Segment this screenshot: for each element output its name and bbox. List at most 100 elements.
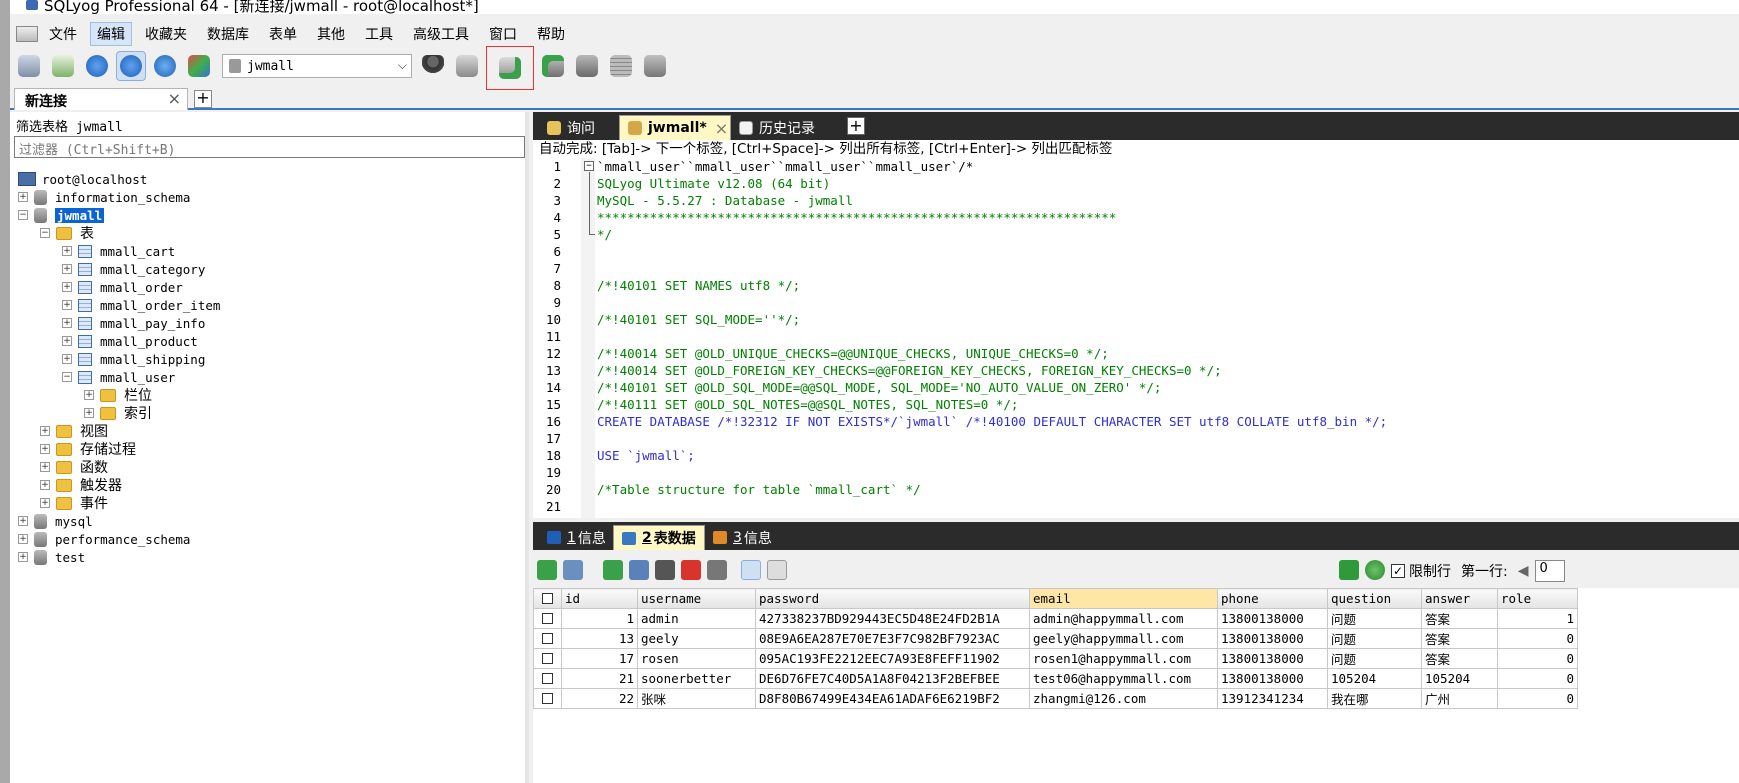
tree-node[interactable]: + 视图	[40, 422, 108, 440]
cell-password[interactable]: 08E9A6EA287E70E7E3F7C982BF7923AC	[755, 628, 1030, 649]
cell-username[interactable]: rosen	[637, 648, 756, 669]
backup-database-icon[interactable]	[452, 51, 482, 81]
column-header-phone[interactable]: phone	[1217, 588, 1328, 609]
tree-node[interactable]: + mmall_cart	[62, 242, 175, 260]
grid-view-icon[interactable]	[741, 560, 761, 580]
cell-question[interactable]: 问题	[1327, 648, 1422, 669]
cell-username[interactable]: 张咪	[637, 688, 756, 709]
previous-page-icon[interactable]: ◀	[1518, 563, 1529, 579]
limit-rows-checkbox[interactable]: ✓	[1391, 564, 1405, 578]
expand-icon[interactable]: +	[40, 498, 50, 508]
row-checkbox[interactable]	[542, 613, 553, 624]
execute-query-icon[interactable]	[82, 51, 112, 81]
expand-icon[interactable]: +	[62, 336, 72, 346]
column-header-answer[interactable]: answer	[1421, 588, 1498, 609]
column-header-password[interactable]: password	[755, 588, 1030, 609]
cell-answer[interactable]: 答案	[1421, 608, 1498, 629]
cell-answer[interactable]: 答案	[1421, 648, 1498, 669]
cell-answer[interactable]: 答案	[1421, 628, 1498, 649]
cell-question[interactable]: 问题	[1327, 608, 1422, 629]
expand-icon[interactable]: +	[18, 516, 28, 526]
tab-query[interactable]: 询问	[539, 115, 619, 140]
settings-tools-icon[interactable]	[184, 51, 214, 81]
cell-phone[interactable]: 13800138000	[1217, 648, 1328, 669]
cell-password[interactable]: DE6D76FE7C40D5A1A8F04213F2BEFBEE	[755, 668, 1030, 689]
new-connection-icon[interactable]	[14, 51, 44, 81]
cell-email[interactable]: admin@happymmall.com	[1029, 608, 1218, 629]
column-header-username[interactable]: username	[637, 588, 756, 609]
menu-item-3[interactable]: 数据库	[200, 22, 256, 46]
table-row[interactable]: 22 张咪 D8F80B67499E434EA61ADAF6E6219BF2 zhan…	[533, 688, 1578, 709]
delete-icon[interactable]	[681, 560, 701, 580]
cell-role[interactable]: 0	[1497, 668, 1578, 689]
cell-phone[interactable]: 13800138000	[1217, 608, 1328, 629]
tree-node[interactable]: + mysql	[18, 512, 93, 530]
cell-username[interactable]: admin	[637, 608, 756, 629]
form-view-icon[interactable]	[767, 560, 787, 580]
cell-question[interactable]: 问题	[1327, 628, 1422, 649]
tree-node[interactable]: + test	[18, 548, 85, 566]
database-select[interactable]: jwmall ⌵	[222, 54, 412, 78]
tree-node[interactable]: + 存储过程	[40, 440, 136, 458]
tree-node[interactable]: − jwmall	[18, 206, 105, 224]
expand-icon[interactable]: +	[40, 480, 50, 490]
tab-history[interactable]: 历史记录	[731, 115, 841, 140]
column-header-email[interactable]: email	[1029, 588, 1218, 609]
user-manager-icon[interactable]	[418, 51, 448, 81]
tree-node[interactable]: + 事件	[40, 494, 108, 512]
cell-role[interactable]: 0	[1497, 688, 1578, 709]
menu-item-7[interactable]: 高级工具	[406, 22, 476, 46]
select-all-cell[interactable]	[533, 588, 562, 609]
duplicate-row-icon[interactable]	[629, 560, 649, 580]
cell-phone[interactable]: 13912341234	[1217, 688, 1328, 709]
insert-row-icon[interactable]	[537, 560, 557, 580]
menu-item-4[interactable]: 表单	[262, 22, 304, 46]
cell-password[interactable]: 095AC193FE2212EEC7A93E8FEFF11902	[755, 648, 1030, 669]
refresh-icon[interactable]	[150, 51, 180, 81]
row-select-cell[interactable]	[533, 668, 562, 689]
menu-item-1[interactable]: 编辑	[90, 22, 132, 46]
row-select-cell[interactable]	[533, 608, 562, 629]
app-menu-icon[interactable]	[16, 26, 38, 42]
tree-node[interactable]: + mmall_pay_info	[62, 314, 205, 332]
refresh-icon[interactable]	[1365, 560, 1385, 580]
cell-id[interactable]: 1	[561, 608, 638, 629]
cell-role[interactable]: 0	[1497, 648, 1578, 669]
cell-answer[interactable]: 105204	[1421, 668, 1498, 689]
expand-icon[interactable]: +	[62, 300, 72, 310]
cell-phone[interactable]: 13800138000	[1217, 668, 1328, 689]
collapse-icon[interactable]: −	[40, 228, 50, 238]
cell-question[interactable]: 105204	[1327, 668, 1422, 689]
column-header-role[interactable]: role	[1497, 588, 1578, 609]
row-checkbox[interactable]	[542, 633, 553, 644]
filter-icon[interactable]	[1339, 560, 1359, 580]
row-select-cell[interactable]	[533, 688, 562, 709]
export-database-icon[interactable]	[538, 51, 568, 81]
tree-node[interactable]: + information_schema	[18, 188, 190, 206]
first-row-input[interactable]: 0	[1534, 560, 1565, 582]
tree-node[interactable]: − mmall_user	[62, 368, 175, 386]
cell-question[interactable]: 我在哪	[1327, 688, 1422, 709]
tree-node[interactable]: − 表	[40, 224, 94, 242]
expand-icon[interactable]: +	[62, 318, 72, 328]
cell-password[interactable]: D8F80B67499E434EA61ADAF6E6219BF2	[755, 688, 1030, 709]
cell-email[interactable]: geely@happymmall.com	[1029, 628, 1218, 649]
save-icon[interactable]	[655, 560, 675, 580]
result-tab-3[interactable]: 3 信息	[705, 525, 779, 550]
expand-icon[interactable]: +	[62, 282, 72, 292]
cancel-changes-icon[interactable]	[707, 560, 727, 580]
export-icon[interactable]	[563, 560, 583, 580]
execute-all-icon[interactable]	[116, 51, 146, 81]
fold-toggle-icon[interactable]: −	[584, 161, 594, 171]
expand-icon[interactable]: +	[18, 534, 28, 544]
expand-icon[interactable]: +	[40, 444, 50, 454]
expand-icon[interactable]: +	[84, 390, 94, 400]
collapse-icon[interactable]: −	[18, 210, 28, 220]
cell-email[interactable]: zhangmi@126.com	[1029, 688, 1218, 709]
cell-phone[interactable]: 13800138000	[1217, 628, 1328, 649]
tree-node[interactable]: + performance_schema	[18, 530, 190, 548]
expand-icon[interactable]: +	[18, 192, 28, 202]
tree-node[interactable]: + mmall_shipping	[62, 350, 205, 368]
cell-id[interactable]: 13	[561, 628, 638, 649]
add-connection-button[interactable]: +	[194, 90, 212, 108]
